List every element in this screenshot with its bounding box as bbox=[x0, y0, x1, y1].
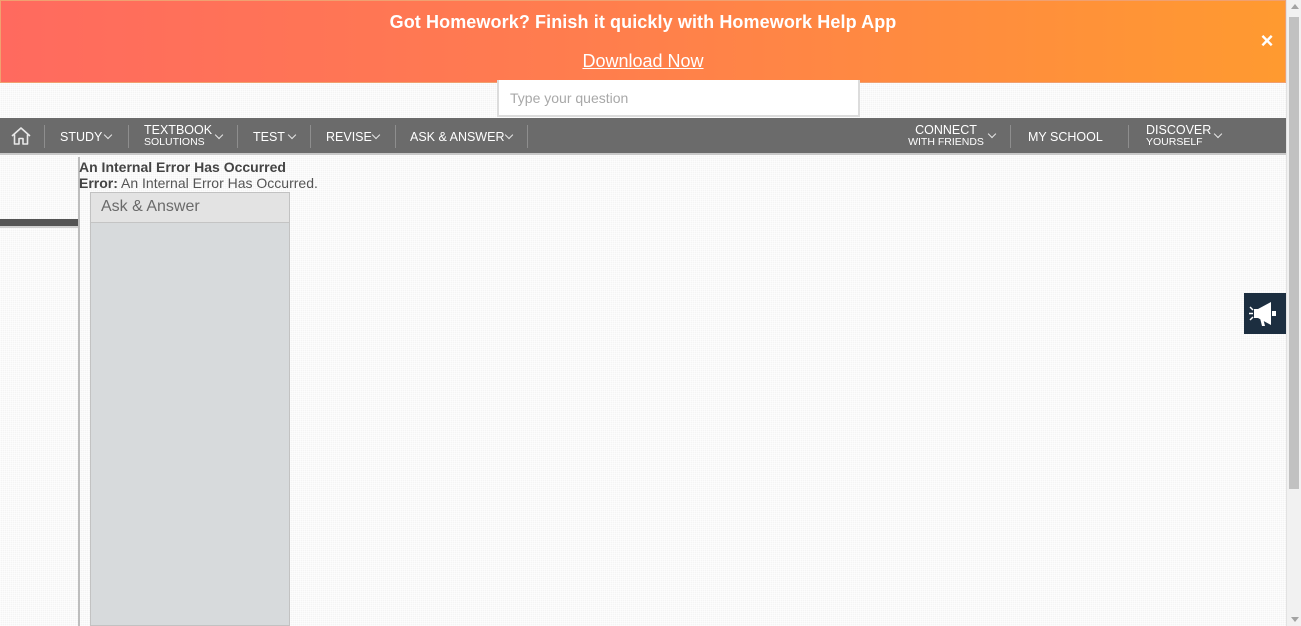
nav-study-label: STUDY bbox=[60, 130, 103, 144]
nav-my-school-label: MY SCHOOL bbox=[1028, 130, 1103, 144]
nav-divider bbox=[1128, 125, 1129, 148]
nav-divider bbox=[1010, 125, 1011, 148]
left-sidebar-bar bbox=[0, 219, 78, 228]
chevron-down-icon bbox=[214, 130, 224, 140]
page-scrollbar[interactable] bbox=[1286, 0, 1301, 626]
home-icon[interactable] bbox=[10, 126, 32, 146]
nav-connect-label: CONNECT bbox=[915, 123, 977, 137]
nav-divider bbox=[128, 125, 129, 148]
nav-textbook-label: TEXTBOOK bbox=[144, 123, 213, 137]
nav-ask-answer-label: ASK & ANSWER bbox=[410, 130, 505, 144]
error-label: Error: bbox=[79, 175, 118, 191]
nav-test-label: TEST bbox=[253, 130, 285, 144]
nav-revise-label: REVISE bbox=[326, 130, 372, 144]
nav-ask-answer[interactable]: ASK & ANSWER bbox=[410, 129, 504, 145]
ask-answer-panel-title: Ask & Answer bbox=[91, 193, 289, 223]
nav-revise[interactable]: REVISE bbox=[326, 129, 372, 145]
chevron-down-icon bbox=[1213, 129, 1223, 139]
nav-my-school[interactable]: MY SCHOOL bbox=[1028, 129, 1103, 145]
close-icon[interactable]: × bbox=[1257, 29, 1277, 53]
nav-discover-yourself[interactable]: DISCOVER YOURSELF bbox=[1146, 124, 1211, 159]
chevron-down-icon bbox=[504, 130, 514, 140]
nav-solutions-label: SOLUTIONS bbox=[144, 136, 205, 148]
nav-divider bbox=[44, 125, 45, 148]
feedback-button[interactable] bbox=[1244, 293, 1286, 334]
nav-connect-with-friends[interactable]: CONNECT WITH FRIENDS bbox=[907, 124, 985, 159]
nav-study[interactable]: STUDY bbox=[60, 129, 102, 145]
promo-banner: Got Homework? Finish it quickly with Hom… bbox=[0, 0, 1286, 83]
nav-textbook-solutions[interactable]: TEXTBOOK SOLUTIONS bbox=[144, 124, 212, 159]
download-now-link[interactable]: Download Now bbox=[1, 51, 1285, 72]
scroll-up-arrow-icon[interactable] bbox=[1291, 4, 1299, 9]
main-nav-bar: STUDY TEXTBOOK SOLUTIONS TEST REVISE ASK… bbox=[0, 118, 1286, 155]
chevron-down-icon bbox=[103, 130, 113, 140]
nav-divider bbox=[527, 125, 528, 148]
megaphone-icon bbox=[1249, 302, 1276, 326]
nav-discover-label: DISCOVER bbox=[1146, 123, 1212, 137]
scroll-down-arrow-icon[interactable] bbox=[1291, 617, 1299, 622]
question-search-input[interactable] bbox=[499, 80, 858, 115]
scrollbar-thumb[interactable] bbox=[1289, 17, 1299, 489]
chevron-down-icon bbox=[987, 129, 997, 139]
nav-divider bbox=[237, 125, 238, 148]
nav-yourself-label: YOURSELF bbox=[1146, 136, 1203, 148]
question-search-box bbox=[497, 80, 860, 117]
chevron-down-icon bbox=[287, 130, 297, 140]
nav-with-friends-label: WITH FRIENDS bbox=[908, 136, 984, 148]
nav-test[interactable]: TEST bbox=[253, 129, 285, 145]
error-message: Error: An Internal Error Has Occurred. bbox=[79, 175, 318, 191]
left-column-divider bbox=[78, 157, 80, 626]
nav-divider bbox=[310, 125, 311, 148]
nav-divider bbox=[395, 125, 396, 148]
ask-answer-panel: Ask & Answer bbox=[90, 192, 290, 626]
error-title: An Internal Error Has Occurred bbox=[79, 159, 286, 175]
error-text: An Internal Error Has Occurred. bbox=[121, 175, 318, 191]
chevron-down-icon bbox=[371, 130, 381, 140]
promo-title: Got Homework? Finish it quickly with Hom… bbox=[389, 12, 897, 32]
